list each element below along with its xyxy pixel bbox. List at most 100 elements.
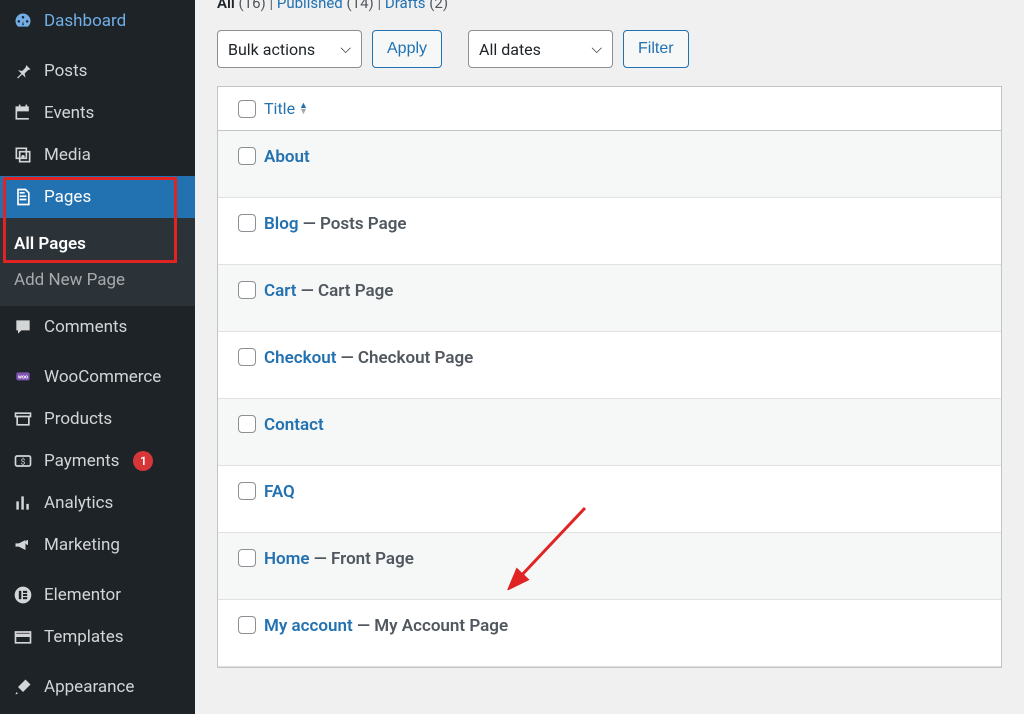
page-title-link[interactable]: My account — [264, 616, 353, 636]
row-title: Cart — Cart Page — [264, 281, 393, 301]
sidebar-item-dashboard[interactable]: Dashboard — [0, 0, 195, 42]
table-row: Home — Front Page — [218, 533, 1001, 600]
page-title-link[interactable]: Home — [264, 549, 310, 569]
media-icon — [12, 144, 34, 166]
title-column-label: Title — [264, 99, 295, 118]
gauge-icon — [12, 10, 34, 32]
calendar-icon — [12, 102, 34, 124]
filter-drafts-count: (2) — [429, 0, 448, 12]
row-title: Checkout — Checkout Page — [264, 348, 473, 368]
row-title: My account — My Account Page — [264, 616, 508, 636]
title-column-header[interactable]: Title ▲▼ — [264, 99, 308, 118]
woo-icon: woo — [12, 366, 34, 388]
sidebar-item-analytics[interactable]: Analytics — [0, 482, 195, 524]
admin-sidebar: Dashboard Posts Events Media Pages — [0, 0, 195, 714]
select-all-checkbox[interactable] — [238, 100, 256, 118]
pin-icon — [12, 60, 34, 82]
sidebar-item-woocommerce[interactable]: woo WooCommerce — [0, 356, 195, 398]
apply-button[interactable]: Apply — [372, 30, 442, 68]
sidebar-item-payments[interactable]: $ Payments 1 — [0, 440, 195, 482]
sidebar-item-pages[interactable]: Pages — [0, 176, 195, 218]
filter-all-label[interactable]: All — [217, 0, 235, 12]
page-state-suffix: — Posts Page — [299, 214, 407, 234]
sidebar-item-comments[interactable]: Comments — [0, 306, 195, 348]
row-checkbox[interactable] — [238, 147, 256, 165]
sidebar-label: Analytics — [44, 493, 113, 513]
sidebar-item-events[interactable]: Events — [0, 92, 195, 134]
row-checkbox[interactable] — [238, 482, 256, 500]
row-checkbox[interactable] — [238, 348, 256, 366]
sidebar-item-templates[interactable]: Templates — [0, 616, 195, 658]
page-state-suffix: — Checkout Page — [336, 348, 473, 368]
sidebar-label: Pages — [44, 187, 91, 207]
page-title-link[interactable]: Blog — [264, 214, 299, 234]
row-title: Contact — [264, 415, 324, 435]
date-filter-select[interactable]: All dates ⌵ — [468, 30, 613, 68]
analytics-icon — [12, 492, 34, 514]
templates-icon — [12, 626, 34, 648]
row-checkbox[interactable] — [238, 616, 256, 634]
filter-published-count: (14) — [347, 0, 374, 12]
sidebar-item-elementor[interactable]: Elementor — [0, 574, 195, 616]
pages-table: Title ▲▼ About Blog — Posts Page Cart — Ca… — [217, 86, 1002, 668]
row-checkbox[interactable] — [238, 549, 256, 567]
elementor-icon — [12, 584, 34, 606]
sidebar-label: WooCommerce — [44, 367, 161, 387]
archive-icon — [12, 408, 34, 430]
submenu-all-pages[interactable]: All Pages — [0, 226, 195, 262]
pages-submenu: All Pages Add New Page — [0, 218, 195, 306]
sidebar-label: Elementor — [44, 585, 121, 605]
chevron-down-icon: ⌵ — [591, 41, 602, 57]
row-title: About — [264, 147, 310, 167]
sidebar-label: Templates — [44, 627, 124, 647]
page-title-link[interactable]: About — [264, 147, 310, 167]
filter-sep: | — [270, 0, 277, 12]
bulk-actions-value: Bulk actions — [228, 40, 315, 59]
sidebar-item-appearance[interactable]: Appearance — [0, 666, 195, 708]
page-state-suffix: — Cart Page — [297, 281, 394, 301]
table-row: Blog — Posts Page — [218, 198, 1001, 265]
filter-published-link[interactable]: Published — [277, 0, 343, 12]
sidebar-label: Products — [44, 409, 112, 429]
table-row: FAQ — [218, 466, 1001, 533]
filter-drafts-link[interactable]: Drafts — [385, 0, 426, 12]
row-title: Home — Front Page — [264, 549, 414, 569]
pages-icon — [12, 186, 34, 208]
filter-button[interactable]: Filter — [623, 30, 689, 68]
svg-text:woo: woo — [18, 374, 28, 380]
bulk-actions-select[interactable]: Bulk actions ⌵ — [217, 30, 362, 68]
sidebar-item-products[interactable]: Products — [0, 398, 195, 440]
table-row: My account — My Account Page — [218, 600, 1001, 667]
page-title-link[interactable]: FAQ — [264, 482, 295, 502]
row-checkbox[interactable] — [238, 214, 256, 232]
payments-icon: $ — [12, 450, 34, 472]
row-checkbox[interactable] — [238, 281, 256, 299]
page-title-link[interactable]: Checkout — [264, 348, 336, 368]
megaphone-icon — [12, 534, 34, 556]
sidebar-item-marketing[interactable]: Marketing — [0, 524, 195, 566]
sidebar-label: Posts — [44, 61, 87, 81]
sidebar-item-posts[interactable]: Posts — [0, 50, 195, 92]
table-row: Contact — [218, 399, 1001, 466]
sidebar-label: Appearance — [44, 677, 134, 697]
filter-sep: | — [377, 0, 384, 12]
tablenav-top: Bulk actions ⌵ Apply All dates ⌵ Filter — [217, 30, 1002, 68]
table-row: About — [218, 131, 1001, 198]
sidebar-label: Media — [44, 145, 91, 165]
filter-all-count: (16) — [239, 0, 266, 12]
comment-icon — [12, 316, 34, 338]
table-row: Cart — Cart Page — [218, 265, 1001, 332]
submenu-add-new-page[interactable]: Add New Page — [0, 262, 195, 298]
sort-icon: ▲▼ — [299, 103, 308, 115]
row-checkbox[interactable] — [238, 415, 256, 433]
sidebar-item-media[interactable]: Media — [0, 134, 195, 176]
page-title-link[interactable]: Contact — [264, 415, 324, 435]
table-row: Checkout — Checkout Page — [218, 332, 1001, 399]
date-filter-value: All dates — [479, 40, 541, 59]
page-title-link[interactable]: Cart — [264, 281, 297, 301]
row-title: FAQ — [264, 482, 295, 502]
sidebar-label: Events — [44, 103, 94, 123]
page-state-suffix: — My Account Page — [353, 616, 508, 636]
brush-icon — [12, 676, 34, 698]
sidebar-label: Payments — [44, 451, 119, 471]
